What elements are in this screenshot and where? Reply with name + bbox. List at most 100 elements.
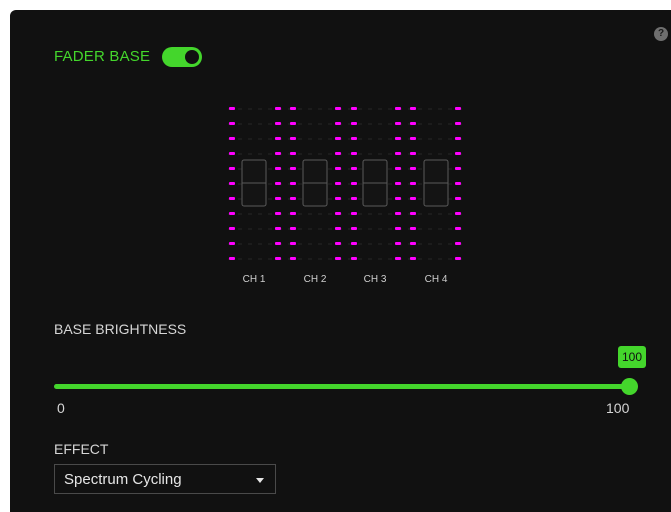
led-segment — [290, 137, 296, 140]
led-segment — [395, 212, 401, 215]
led-segment — [351, 182, 357, 185]
led-segment — [410, 107, 416, 110]
led-segment — [229, 227, 235, 230]
led-segment — [410, 212, 416, 215]
effect-selected-value: Spectrum Cycling — [64, 471, 182, 488]
brightness-slider[interactable] — [54, 378, 638, 395]
channel-label-2: CH 2 — [303, 274, 327, 285]
brightness-slider-fill — [54, 384, 630, 389]
led-segment — [335, 257, 341, 260]
led-segment — [455, 122, 461, 125]
effect-label: EFFECT — [54, 441, 109, 457]
led-segment — [229, 137, 235, 140]
led-segment — [229, 182, 235, 185]
led-segment — [395, 152, 401, 155]
led-segment — [395, 122, 401, 125]
led-segment — [455, 107, 461, 110]
led-segment — [410, 227, 416, 230]
brightness-value-badge: 100 — [618, 346, 646, 368]
led-segment — [395, 197, 401, 200]
led-segment — [229, 197, 235, 200]
led-segment — [335, 152, 341, 155]
led-segment — [395, 167, 401, 170]
led-segment — [410, 197, 416, 200]
led-segment — [229, 257, 235, 260]
led-segment — [335, 167, 341, 170]
led-segment — [275, 167, 281, 170]
chevron-down-icon — [256, 478, 264, 483]
led-segment — [455, 167, 461, 170]
brightness-max-label: 100 — [606, 400, 630, 416]
led-segment — [455, 182, 461, 185]
led-segment — [229, 122, 235, 125]
led-segment — [455, 137, 461, 140]
led-segment — [410, 137, 416, 140]
led-segment — [351, 242, 357, 245]
led-segment — [455, 227, 461, 230]
channel-label-1: CH 1 — [242, 274, 266, 285]
led-segment — [290, 152, 296, 155]
led-segment — [290, 242, 296, 245]
led-segment — [455, 212, 461, 215]
led-segment — [395, 242, 401, 245]
led-segment — [229, 212, 235, 215]
led-segment — [410, 242, 416, 245]
led-segment — [229, 242, 235, 245]
led-segment — [290, 197, 296, 200]
led-segment — [229, 167, 235, 170]
base-brightness-label: BASE BRIGHTNESS — [54, 321, 187, 337]
led-segment — [395, 182, 401, 185]
channel-label-4: CH 4 — [424, 274, 448, 285]
led-segment — [351, 137, 357, 140]
channel-label-3: CH 3 — [363, 274, 387, 285]
led-segment — [335, 137, 341, 140]
led-segment — [410, 122, 416, 125]
led-segment — [290, 257, 296, 260]
led-segment — [275, 212, 281, 215]
led-segment — [275, 122, 281, 125]
led-segment — [351, 152, 357, 155]
led-segment — [335, 122, 341, 125]
led-segment — [275, 227, 281, 230]
led-segment — [455, 242, 461, 245]
led-segment — [275, 107, 281, 110]
led-segment — [410, 152, 416, 155]
led-segment — [290, 212, 296, 215]
led-segment — [410, 167, 416, 170]
led-segment — [335, 242, 341, 245]
led-segment — [455, 152, 461, 155]
led-segment — [290, 107, 296, 110]
fader-base-preview — [228, 107, 462, 260]
led-segment — [410, 182, 416, 185]
led-segment — [290, 182, 296, 185]
led-segment — [351, 257, 357, 260]
led-segment — [290, 122, 296, 125]
led-segment — [351, 197, 357, 200]
led-segment — [290, 227, 296, 230]
led-segment — [351, 167, 357, 170]
led-segment — [455, 257, 461, 260]
led-segment — [335, 212, 341, 215]
led-segment — [351, 107, 357, 110]
led-segment — [351, 122, 357, 125]
led-segment — [229, 107, 235, 110]
led-segment — [275, 197, 281, 200]
brightness-min-label: 0 — [57, 400, 65, 416]
led-segment — [275, 182, 281, 185]
led-segment — [335, 197, 341, 200]
led-segment — [229, 152, 235, 155]
led-segment — [275, 257, 281, 260]
effect-dropdown[interactable]: Spectrum Cycling — [54, 464, 276, 494]
led-segment — [335, 227, 341, 230]
led-segment — [395, 107, 401, 110]
led-segment — [275, 152, 281, 155]
led-segment — [290, 167, 296, 170]
brightness-slider-thumb[interactable] — [621, 378, 638, 395]
led-segment — [395, 257, 401, 260]
led-segment — [335, 182, 341, 185]
led-segment — [351, 227, 357, 230]
led-segment — [395, 227, 401, 230]
led-segment — [410, 257, 416, 260]
led-segment — [351, 212, 357, 215]
led-segment — [395, 137, 401, 140]
